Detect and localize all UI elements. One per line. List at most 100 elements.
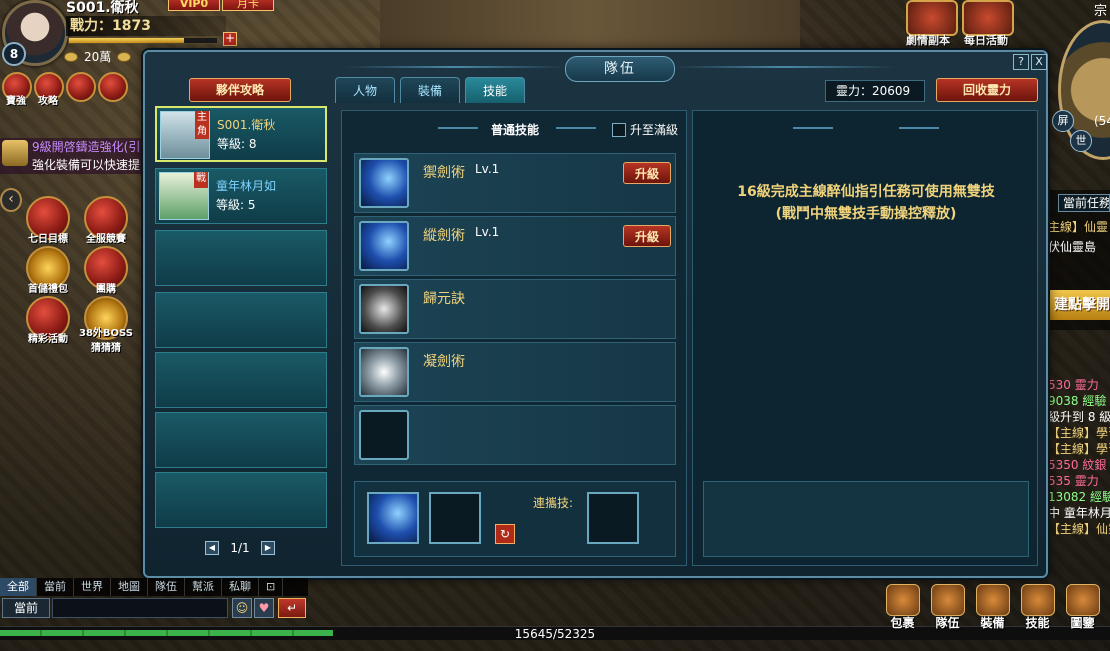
emoji-icon[interactable]: ☺: [232, 598, 252, 618]
player-energy-bar: [68, 37, 218, 44]
empty-party-slot[interactable]: [155, 352, 327, 408]
burst-skill-icon[interactable]: [359, 347, 409, 397]
chat-tab-all[interactable]: 全部: [0, 578, 37, 596]
upgrade-skill-button[interactable]: 升級: [623, 162, 671, 184]
quest-line[interactable]: 伏仙靈島: [1048, 238, 1096, 255]
system-message: 級升到 8 級: [1048, 410, 1110, 424]
chat-tab-guild[interactable]: 幫派: [185, 578, 222, 596]
add-energy-button[interactable]: +: [223, 32, 237, 46]
equipment-button[interactable]: 裝備: [970, 582, 1015, 630]
close-button[interactable]: X: [1031, 54, 1047, 70]
header-ornament-right: [899, 127, 939, 129]
help-button[interactable]: ?: [1013, 54, 1029, 70]
skill-row[interactable]: 歸元訣: [354, 279, 676, 339]
world-map-button[interactable]: 世: [1070, 130, 1092, 152]
max-level-checkbox[interactable]: [612, 122, 626, 137]
empty-party-slot[interactable]: [155, 230, 327, 286]
chat-tab-map[interactable]: 地圖: [111, 578, 148, 596]
chat-input[interactable]: [52, 598, 228, 618]
codex-label: 圖鑒: [1070, 616, 1095, 630]
collapse-left-icon[interactable]: ‹: [0, 188, 22, 212]
max-level-toggle[interactable]: 升至滿級: [612, 121, 678, 138]
money-row: 20萬: [64, 48, 132, 65]
equipped-skill-slot[interactable]: [367, 492, 419, 544]
chat-tab-team[interactable]: 隊伍: [148, 578, 185, 596]
screen-toggle-button[interactable]: 屏: [1052, 110, 1074, 132]
chat-tab-world[interactable]: 世界: [74, 578, 111, 596]
bag-button[interactable]: 包裹: [880, 582, 925, 630]
skill-row[interactable]: 凝劍術: [354, 342, 676, 402]
system-message: 13082 經驗: [1048, 490, 1110, 504]
tab-skills[interactable]: 技能: [465, 77, 525, 103]
battle-tag: 戰: [194, 172, 208, 188]
skills-button[interactable]: 技能: [1015, 582, 1060, 630]
refresh-icon[interactable]: ↻: [495, 524, 515, 544]
skill-name: 禦劍術: [423, 165, 465, 181]
empty-party-slot[interactable]: [155, 412, 327, 468]
spirit-points: 靈力：20609: [825, 80, 925, 102]
empty-skill-row: [354, 405, 676, 465]
story-dungeon-icon[interactable]: [906, 0, 958, 36]
current-quest-tab[interactable]: 當前任務: [1058, 194, 1110, 212]
auto-start-banner[interactable]: 建點擊開始: [1050, 290, 1110, 320]
seven-day-goal-label: 七日目標: [28, 234, 68, 245]
feature-icon[interactable]: [66, 72, 96, 102]
skills-label: 技能: [1025, 616, 1050, 630]
feature-icon-2[interactable]: [98, 72, 128, 102]
tab-character[interactable]: 人物: [335, 77, 395, 103]
next-page-icon[interactable]: ▶: [261, 541, 275, 555]
coin-icon: [64, 51, 78, 62]
chat-input-row: 當前 ☺ ♥ ↵: [0, 598, 308, 620]
skill-row[interactable]: 禦劍術 Lv.1 升級: [354, 153, 676, 213]
quest-line[interactable]: 主線】仙靈: [1048, 218, 1108, 235]
party-member-slot[interactable]: 戰 童年林月如 等級: 5: [155, 168, 327, 224]
blade-skill-icon[interactable]: [359, 284, 409, 334]
player-level-badge: 8: [2, 42, 26, 66]
ultimate-info-panel: 16級完成主線醉仙指引任務可使用無雙技 (戰鬥中無雙技手動操控釋放): [692, 110, 1038, 566]
system-message: 530 靈力: [1048, 378, 1099, 392]
team-button[interactable]: 隊伍: [925, 582, 970, 630]
party-member-slot[interactable]: 主角 S001.衛秋 等級: 8: [155, 106, 327, 162]
month-card-button[interactable]: 月卡: [222, 0, 274, 11]
upgrade-skill-button[interactable]: 升級: [623, 225, 671, 247]
boss-guess-label: 38外BOSS猜猜猜: [79, 328, 133, 354]
quest-tip[interactable]: 9級開啓鑄造強化(引 強化裝備可以快速提: [0, 138, 145, 174]
chat-tab-private[interactable]: 私聊: [222, 578, 259, 596]
ultimate-info-line2: (戰鬥中無雙技手動操控釋放): [775, 206, 957, 222]
title-ornament-left: [345, 66, 565, 68]
empty-skill-slot: [359, 410, 409, 460]
recycle-spirit-button[interactable]: 回收靈力: [936, 78, 1038, 102]
sword-skill-icon[interactable]: [359, 221, 409, 271]
daily-events-icon[interactable]: [962, 0, 1014, 36]
skills-icon: [1021, 584, 1055, 616]
player-energy-fill: [69, 38, 185, 43]
empty-party-slot[interactable]: [155, 292, 327, 348]
send-icon[interactable]: ↵: [278, 598, 306, 618]
vip-badge[interactable]: VIP0: [168, 0, 220, 11]
system-message: 535 靈力: [1048, 474, 1099, 488]
minimap-coord: (54: [1094, 114, 1110, 128]
skill-name: 縱劍術: [423, 228, 465, 244]
skill-row[interactable]: 縱劍術 Lv.1 升級: [354, 216, 676, 276]
combo-skill-area: ↻ 連攜技:: [354, 481, 676, 557]
party-pager: ◀ 1/1 ▶: [205, 540, 275, 556]
sword-skill-icon[interactable]: [359, 158, 409, 208]
chat-channel-select[interactable]: 當前: [2, 598, 50, 618]
member-level: 等級: 8: [217, 137, 257, 151]
combo-skill-slot[interactable]: [587, 492, 639, 544]
combat-power: 戰力：1873: [66, 16, 226, 36]
empty-party-slot[interactable]: [155, 472, 327, 528]
empty-skill-slot[interactable]: [429, 492, 481, 544]
heart-icon[interactable]: ♥: [254, 598, 274, 618]
daily-events-label: 每日活動: [964, 34, 1008, 47]
prev-page-icon[interactable]: ◀: [205, 541, 219, 555]
codex-button[interactable]: 圖鑒: [1060, 582, 1105, 630]
chat-tab-current[interactable]: 當前: [37, 578, 74, 596]
group-buy-label: 團購: [96, 284, 116, 295]
partner-guide-button[interactable]: 夥伴攻略: [189, 78, 291, 102]
skill-level: Lv.1: [475, 162, 500, 176]
team-icon: [931, 584, 965, 616]
chat-lock-icon[interactable]: ⊡: [259, 578, 284, 596]
hammer-icon: [2, 140, 28, 166]
tab-equipment[interactable]: 裝備: [400, 77, 460, 103]
